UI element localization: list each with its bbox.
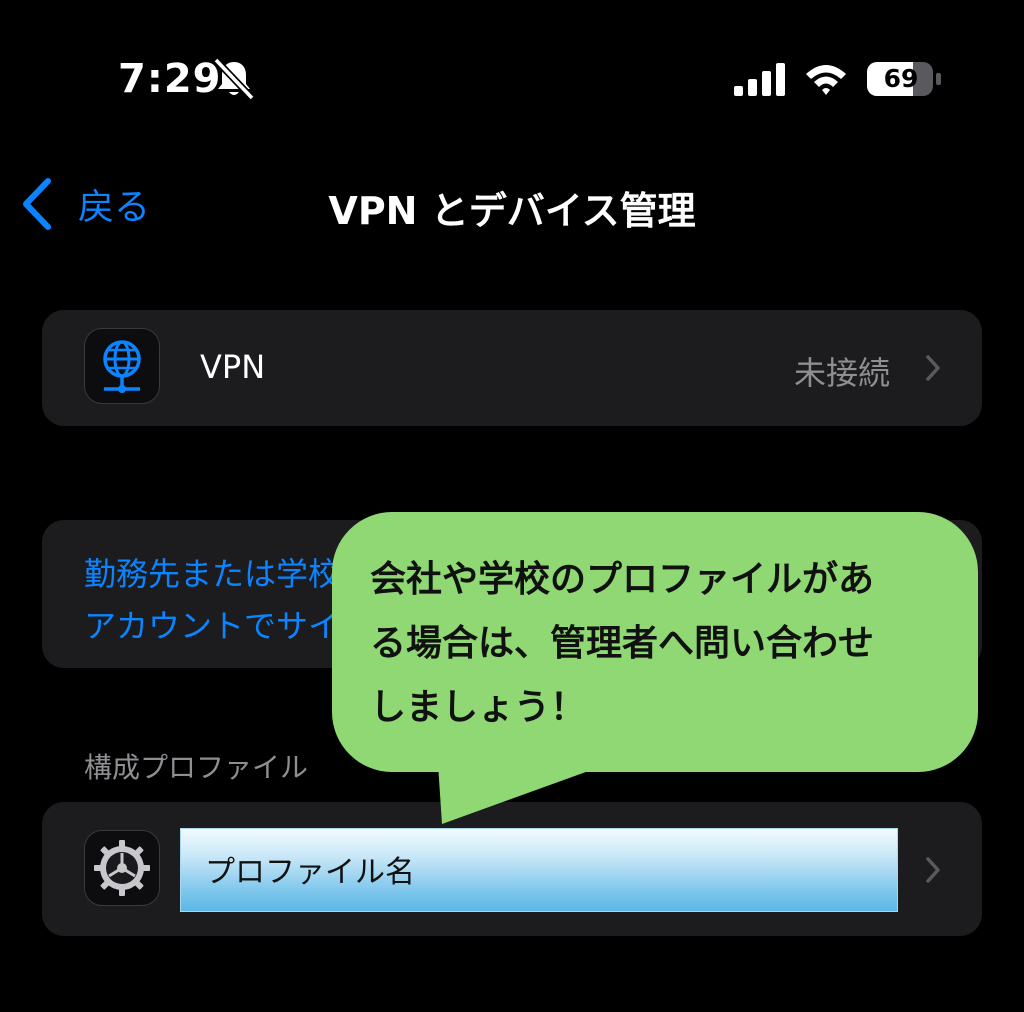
page-title: VPN とデバイス管理 xyxy=(328,189,696,233)
callout-tail xyxy=(438,764,608,824)
globe-network-icon xyxy=(103,340,141,393)
gear-icon xyxy=(94,840,150,896)
vpn-label: VPN xyxy=(200,348,266,386)
callout-line-3: しましょう！ xyxy=(370,687,587,728)
chevron-right-icon xyxy=(926,857,940,883)
callout-line-1: 会社や学校のプロファイルがあ xyxy=(370,559,875,600)
vpn-row[interactable]: VPN 未接続 xyxy=(42,310,982,426)
profile-name-highlight: プロファイル名 xyxy=(180,828,898,912)
cellular-signal-icon xyxy=(734,63,785,96)
status-time: 7:29 xyxy=(118,56,222,102)
profile-name: プロファイル名 xyxy=(205,855,415,890)
profiles-section-header: 構成プロファイル xyxy=(84,751,309,784)
screen: 7:29 69 戻る VPN とデバイス管理 VPN 未接続 勤務先または学校の… xyxy=(0,0,1024,1012)
battery-percent: 69 xyxy=(883,64,919,93)
wifi-icon xyxy=(806,65,846,95)
vpn-status: 未接続 xyxy=(793,354,890,392)
settings-app-icon xyxy=(84,830,160,906)
callout-line-2: る場合は、管理者へ問い合わせ xyxy=(370,623,875,664)
chevron-right-icon xyxy=(926,355,940,381)
callout-text: 会社や学校のプロファイルがあ る場合は、管理者へ問い合わせ しましょう！ xyxy=(370,548,950,740)
bell-slash-icon xyxy=(213,58,255,100)
vpn-app-icon xyxy=(84,328,160,404)
vpn-group: VPN 未接続 xyxy=(42,310,982,426)
